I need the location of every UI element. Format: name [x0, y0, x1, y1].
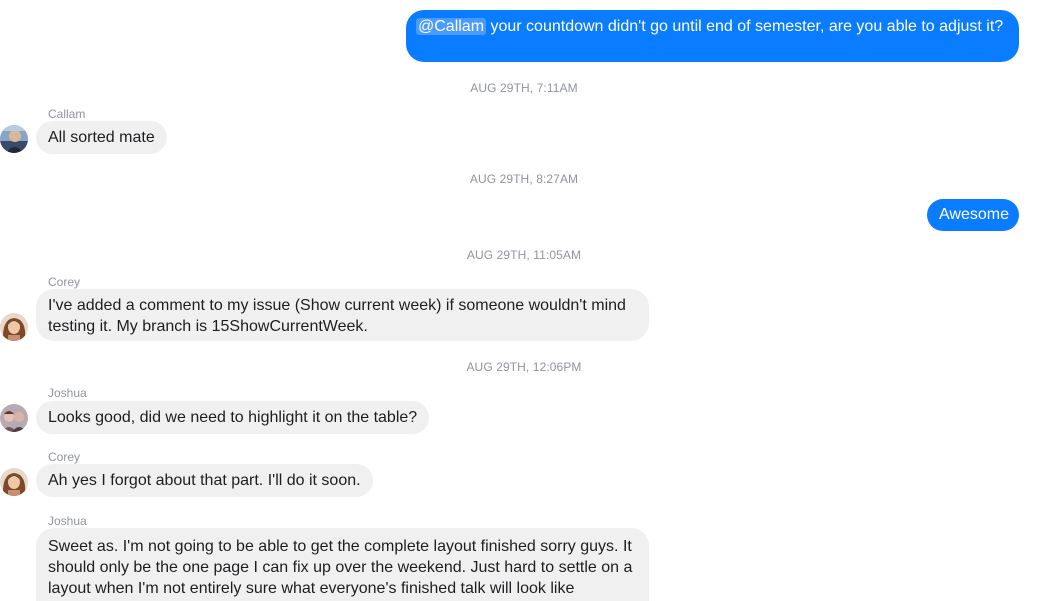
avatar-corey-icon	[0, 468, 28, 496]
outgoing-message[interactable]: Awesome	[927, 199, 1019, 231]
timestamp: AUG 29TH, 7:11AM	[470, 81, 578, 95]
incoming-message[interactable]: All sorted mate	[36, 121, 167, 154]
avatar-corey-icon	[0, 313, 28, 341]
incoming-message[interactable]: Ah yes I forgot about that part. I'll do…	[36, 464, 373, 497]
timestamp: AUG 29TH, 8:27AM	[469, 172, 579, 186]
message-text: Awesome	[939, 206, 1009, 223]
sender-name: Corey	[48, 275, 81, 289]
sender-name: Corey	[48, 450, 81, 464]
avatar[interactable]	[0, 404, 28, 432]
incoming-message[interactable]: I've added a comment to my issue (Show c…	[36, 289, 649, 341]
outgoing-message[interactable]: @Callam your countdown didn't go until e…	[406, 10, 1019, 62]
avatar[interactable]	[0, 468, 28, 496]
timestamp: AUG 29TH, 12:06PM	[466, 360, 582, 374]
sender-name: Callam	[48, 107, 86, 121]
message-text: Ah yes I forgot about that part. I'll do…	[48, 472, 361, 489]
message-text: your countdown didn't go until end of se…	[486, 18, 1004, 35]
incoming-message[interactable]: Sweet as. I'm not going to be able to ge…	[36, 528, 649, 601]
avatar-callam-icon	[0, 125, 28, 153]
avatar-joshua-icon	[0, 404, 28, 432]
sender-name: Joshua	[48, 514, 87, 528]
incoming-message[interactable]: Looks good, did we need to highlight it …	[36, 401, 430, 434]
message-text: I've added a comment to my issue (Show c…	[48, 297, 626, 335]
mention-tag[interactable]: @Callam	[416, 18, 487, 35]
avatar[interactable]	[0, 313, 28, 341]
message-text: Looks good, did we need to highlight it …	[48, 409, 418, 426]
timestamp: AUG 29TH, 11:05AM	[466, 248, 582, 262]
message-text: Sweet as. I'm not going to be able to ge…	[48, 538, 633, 597]
avatar[interactable]	[0, 125, 28, 153]
message-text: All sorted mate	[48, 129, 155, 146]
message-thread: @Callam your countdown didn't go until e…	[0, 0, 1048, 601]
sender-name: Joshua	[48, 386, 87, 400]
